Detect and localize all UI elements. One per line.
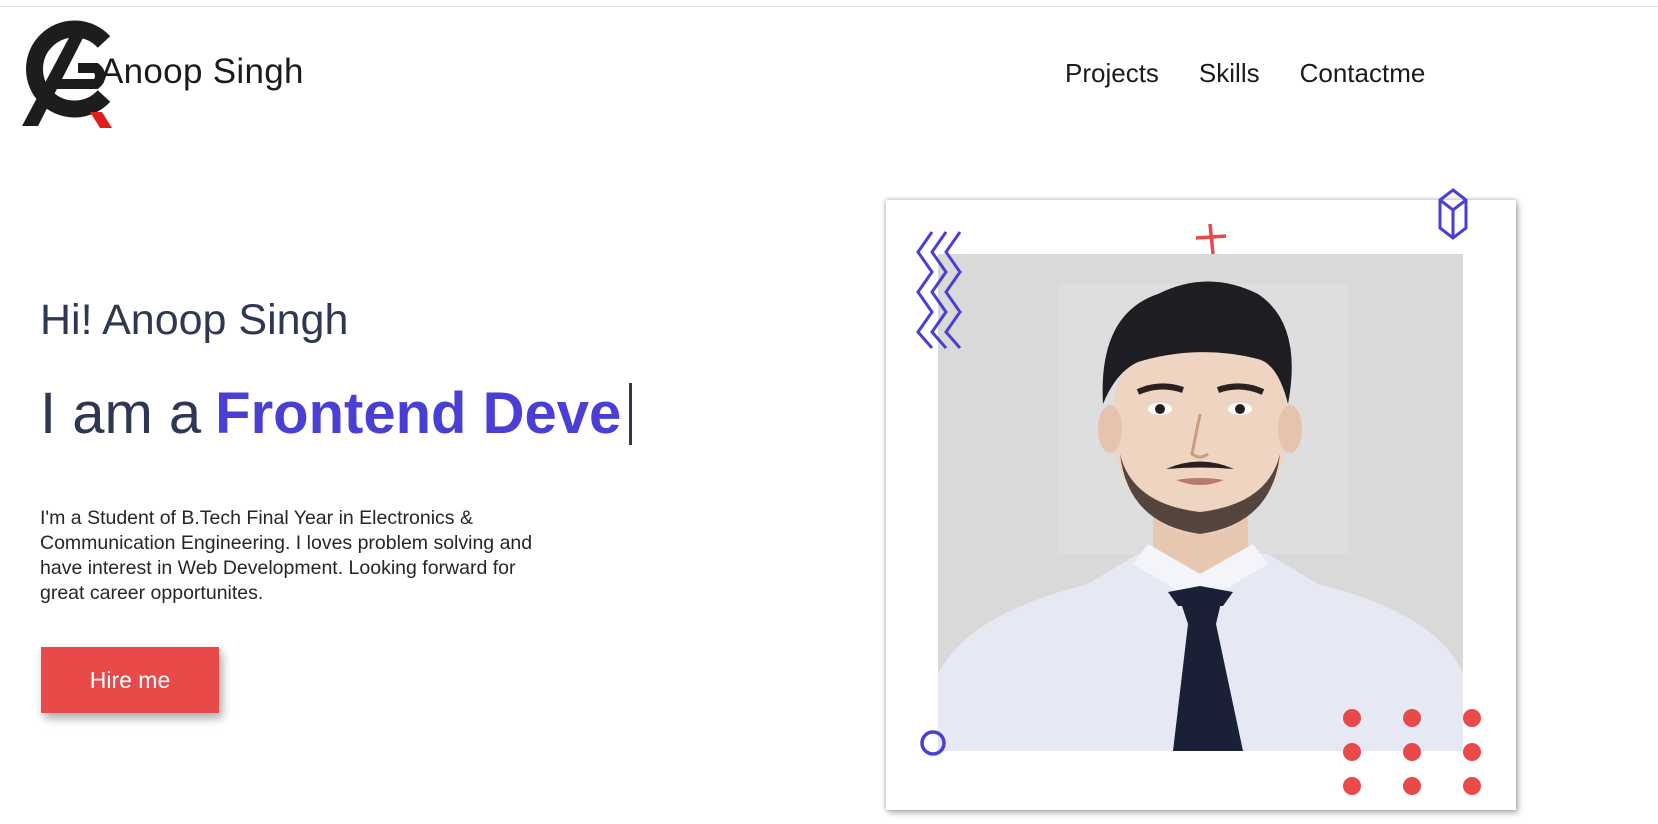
portrait-illustration: [938, 254, 1463, 751]
role-prefix: I am a: [40, 381, 202, 446]
hero-bio: I'm a Student of B.Tech Final Year in El…: [40, 507, 533, 604]
profile-photo-card: [886, 188, 1516, 810]
plus-decoration-icon: [1195, 223, 1227, 255]
brand-name[interactable]: Anoop Singh: [100, 52, 304, 92]
nav-projects[interactable]: Projects: [1065, 58, 1159, 89]
hero-greeting: Hi! Anoop Singh: [40, 296, 349, 344]
circle-decoration-icon: [920, 730, 946, 756]
hire-me-button[interactable]: Hire me: [41, 647, 219, 713]
nav-contactme[interactable]: Contactme: [1300, 58, 1426, 89]
zigzag-decoration-icon: [916, 231, 962, 349]
hero-role-line: I am a Frontend Deve: [40, 380, 633, 447]
typing-caret: [629, 383, 633, 445]
role-typed-text: Frontend Deve: [215, 381, 622, 446]
cube-decoration-icon: [1438, 188, 1468, 240]
profile-photo: [938, 254, 1463, 751]
main-nav: Projects Skills Contactme: [1065, 58, 1425, 89]
dots-grid-decoration-icon: [1343, 709, 1481, 795]
top-divider: [0, 6, 1658, 7]
nav-skills[interactable]: Skills: [1199, 58, 1260, 89]
